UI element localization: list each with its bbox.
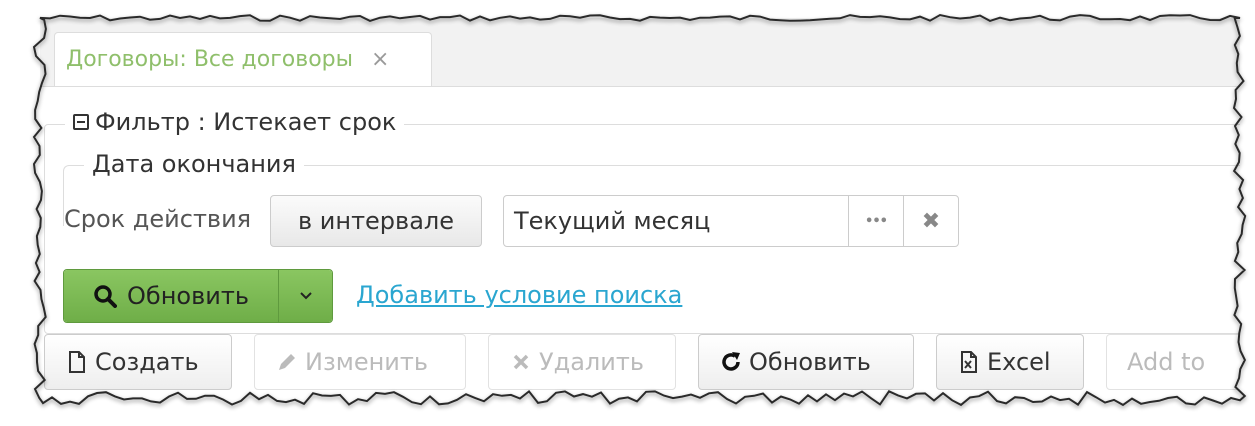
search-icon xyxy=(94,285,118,308)
tab-strip: Договоры: Все договоры × xyxy=(40,18,1240,87)
filter-panel: Фильтр : Истекает срок Дата окончания Ср… xyxy=(44,108,1240,334)
filter-legend-label: Фильтр : Истекает срок xyxy=(95,108,397,136)
date-end-legend: Дата окончания xyxy=(84,150,304,178)
tab-close-icon[interactable]: × xyxy=(371,47,389,72)
filter-refresh-label: Обновить xyxy=(127,282,249,310)
excel-file-icon xyxy=(961,351,977,373)
delete-button[interactable]: Удалить xyxy=(488,334,676,390)
filter-legend[interactable]: Фильтр : Истекает срок xyxy=(65,108,405,136)
chevron-down-icon xyxy=(299,292,312,300)
edit-button[interactable]: Изменить xyxy=(254,334,466,390)
app-window: Договоры: Все договоры × Фильтр : Истека… xyxy=(40,18,1240,398)
x-icon xyxy=(513,354,529,370)
validity-period-label: Срок действия xyxy=(64,205,252,233)
file-icon xyxy=(69,351,85,373)
filter-refresh-button[interactable]: Обновить xyxy=(64,270,278,322)
minus-square-icon[interactable] xyxy=(73,114,89,130)
add-to-label: Add to xyxy=(1127,348,1206,376)
period-value-field[interactable]: Текущий месяц xyxy=(504,196,848,246)
filter-refresh-split-button: Обновить xyxy=(63,269,333,323)
delete-label: Удалить xyxy=(539,348,644,376)
pencil-icon xyxy=(279,354,295,370)
excel-button[interactable]: Excel xyxy=(936,334,1084,390)
tab-contracts[interactable]: Договоры: Все договоры × xyxy=(54,32,432,86)
period-input-group: Текущий месяц ••• ✖ xyxy=(503,195,959,247)
edit-label: Изменить xyxy=(305,348,428,376)
add-to-button[interactable]: Add to xyxy=(1106,334,1240,390)
create-button[interactable]: Создать xyxy=(44,334,232,390)
more-options-icon[interactable]: ••• xyxy=(848,196,903,246)
toolbar-refresh-button[interactable]: Обновить xyxy=(698,334,914,390)
interval-operator-button[interactable]: в интервале xyxy=(270,195,482,247)
excel-label: Excel xyxy=(987,348,1051,376)
toolbar-refresh-label: Обновить xyxy=(749,348,871,376)
tab-title: Договоры: Все договоры xyxy=(66,47,353,72)
refresh-dropdown-toggle[interactable] xyxy=(278,270,332,322)
add-search-condition-link[interactable]: Добавить условие поиска xyxy=(356,281,682,309)
create-label: Создать xyxy=(95,348,199,376)
clear-icon[interactable]: ✖ xyxy=(903,196,958,246)
refresh-icon xyxy=(722,352,740,371)
